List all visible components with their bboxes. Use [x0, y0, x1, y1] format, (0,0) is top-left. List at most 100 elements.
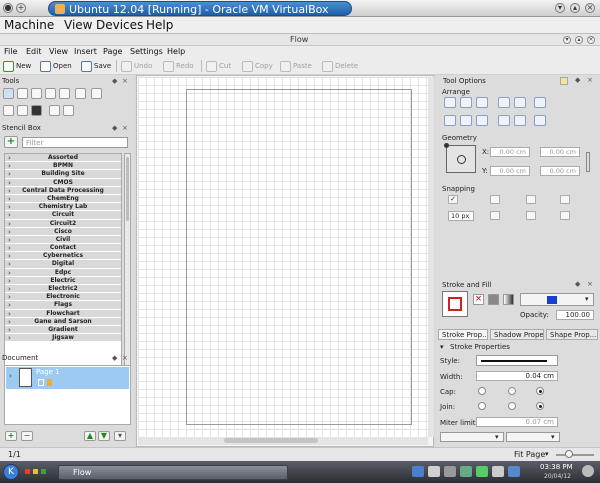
zoom-slider-handle[interactable] [565, 450, 573, 458]
move-page-up-button[interactable]: ▲ [84, 431, 96, 441]
align-bottom-icon[interactable] [476, 115, 488, 126]
zoom-mode-select[interactable]: Fit Page [514, 450, 545, 459]
pan-tool-icon[interactable] [63, 105, 74, 116]
scrollbar-thumb[interactable] [224, 438, 318, 443]
stencil-item[interactable]: Electric2 [5, 285, 121, 294]
guest-close-icon[interactable]: × [587, 36, 595, 44]
delete-button[interactable]: Delete [322, 59, 358, 73]
page-visible-icon[interactable] [38, 379, 44, 386]
stencil-item[interactable]: Electric [5, 276, 121, 285]
stencil-item[interactable]: Circuit [5, 211, 121, 220]
host-menu-machine[interactable]: Machine [4, 18, 54, 32]
connector-tool-icon[interactable] [17, 88, 28, 99]
tab-shadow-properties[interactable]: Shadow Prope... [490, 329, 544, 340]
move-page-down-button[interactable]: ▼ [98, 431, 110, 441]
add-page-button[interactable]: + [5, 431, 17, 441]
stencil-item[interactable]: Digital [5, 260, 121, 269]
snap-node-checkbox[interactable] [490, 211, 500, 220]
float-icon[interactable]: ◆ [575, 76, 580, 84]
stencil-item[interactable]: BPMN [5, 162, 121, 171]
desktop-3-icon[interactable] [41, 469, 46, 474]
gradient-tool-icon[interactable] [17, 105, 28, 116]
send-to-back-icon[interactable] [514, 115, 526, 126]
close-icon[interactable]: × [587, 280, 593, 288]
pen-tool-icon[interactable] [91, 88, 102, 99]
anchor-point[interactable] [444, 143, 449, 148]
align-top-icon[interactable] [444, 115, 456, 126]
undo-button[interactable]: Undo [121, 59, 152, 73]
add-stencil-button[interactable]: + [4, 136, 18, 148]
zoom-slider[interactable] [556, 454, 594, 456]
kde-menu-icon[interactable]: K [3, 464, 19, 480]
copy-button[interactable]: Copy [242, 59, 273, 73]
float-icon[interactable]: ◆ [112, 77, 117, 85]
guest-minimize-icon[interactable]: ▾ [563, 36, 571, 44]
tray-updates-icon[interactable] [460, 466, 472, 477]
fill-color-picker[interactable]: ▾ [520, 293, 594, 306]
menu-file[interactable]: File [4, 47, 17, 56]
float-icon[interactable]: ◆ [112, 354, 117, 362]
page-menu-button[interactable]: ▾ [114, 431, 126, 441]
scrollbar-thumb[interactable] [126, 157, 129, 221]
clock-time[interactable]: 03:38 PM [540, 463, 573, 471]
align-right-icon[interactable] [476, 97, 488, 108]
stencil-item[interactable]: Chemistry Lab [5, 203, 121, 212]
tab-stroke-properties[interactable]: Stroke Prop... [438, 329, 488, 340]
stencil-item[interactable]: Gradient [5, 325, 121, 335]
snap-guides-checkbox[interactable] [526, 195, 536, 204]
stencil-item[interactable]: Gane and Sarson [5, 317, 121, 326]
gradient-fill-icon[interactable] [503, 294, 514, 305]
stroke-style-select[interactable] [476, 355, 558, 366]
float-icon[interactable]: ◆ [575, 280, 580, 288]
desktop-1-icon[interactable] [25, 469, 30, 474]
stroke-width-input[interactable]: 0.04 cm [476, 371, 558, 381]
page-lock-icon[interactable] [47, 379, 52, 386]
stencil-item[interactable]: Electronic [5, 293, 121, 302]
menu-settings[interactable]: Settings [130, 47, 163, 56]
y-input[interactable]: 0.00 cm [490, 166, 530, 176]
save-button[interactable]: Save [81, 59, 111, 73]
stencil-item[interactable]: Jigsaw [5, 334, 121, 343]
start-marker-select[interactable]: ▾ [440, 432, 504, 442]
stencil-item[interactable]: Central Data Processing [5, 186, 121, 195]
canvas-vertical-scrollbar[interactable] [428, 77, 434, 437]
keep-aspect-icon[interactable] [586, 152, 590, 172]
menu-page[interactable]: Page [103, 47, 122, 56]
stencil-item[interactable]: Circuit2 [5, 219, 121, 228]
miter-limit-input[interactable]: 0.07 cm [476, 417, 558, 427]
stencil-item[interactable]: Contact [5, 244, 121, 253]
paste-button[interactable]: Paste [280, 59, 312, 73]
host-minimize-icon[interactable]: ▾ [555, 3, 565, 13]
zoom-tool-icon[interactable] [49, 105, 60, 116]
cap-flat-radio[interactable] [478, 387, 486, 395]
stroke-swatch[interactable] [448, 297, 462, 311]
stroke-fill-swatch[interactable] [442, 291, 468, 317]
bring-to-front-icon[interactable] [498, 115, 510, 126]
guest-maximize-icon[interactable]: ▴ [575, 36, 583, 44]
host-menu-icon[interactable]: ● [3, 3, 13, 13]
group-icon[interactable] [534, 97, 546, 108]
tray-notify-icon[interactable] [492, 466, 504, 477]
cap-round-radio[interactable] [508, 387, 516, 395]
stencil-item[interactable]: Flowchart [5, 309, 121, 318]
close-icon[interactable]: × [122, 77, 128, 85]
open-button[interactable]: Open [40, 59, 72, 73]
align-middle-icon[interactable] [460, 115, 472, 126]
calligraphy-tool-icon[interactable] [3, 105, 14, 116]
tray-network-icon[interactable] [412, 466, 424, 477]
menu-view[interactable]: View [49, 47, 68, 56]
close-icon[interactable]: × [587, 76, 593, 84]
snap-distance-input[interactable]: 10 px [448, 211, 474, 221]
pattern-tool-icon[interactable] [31, 105, 42, 116]
x-input[interactable]: 0.00 cm [490, 147, 530, 157]
anchor-selector[interactable] [444, 143, 476, 173]
tray-battery-icon[interactable] [476, 466, 488, 477]
new-button[interactable]: New [3, 59, 31, 73]
stencil-item[interactable]: Assorted [5, 154, 121, 163]
chevron-down-icon[interactable]: ▾ [545, 450, 549, 458]
stencil-item[interactable]: Flags [5, 301, 121, 310]
bring-forward-icon[interactable] [498, 97, 510, 108]
host-menu-view[interactable]: View [64, 18, 92, 32]
text-tool-icon[interactable] [59, 88, 70, 99]
opacity-input[interactable]: 100.00 [556, 310, 594, 320]
